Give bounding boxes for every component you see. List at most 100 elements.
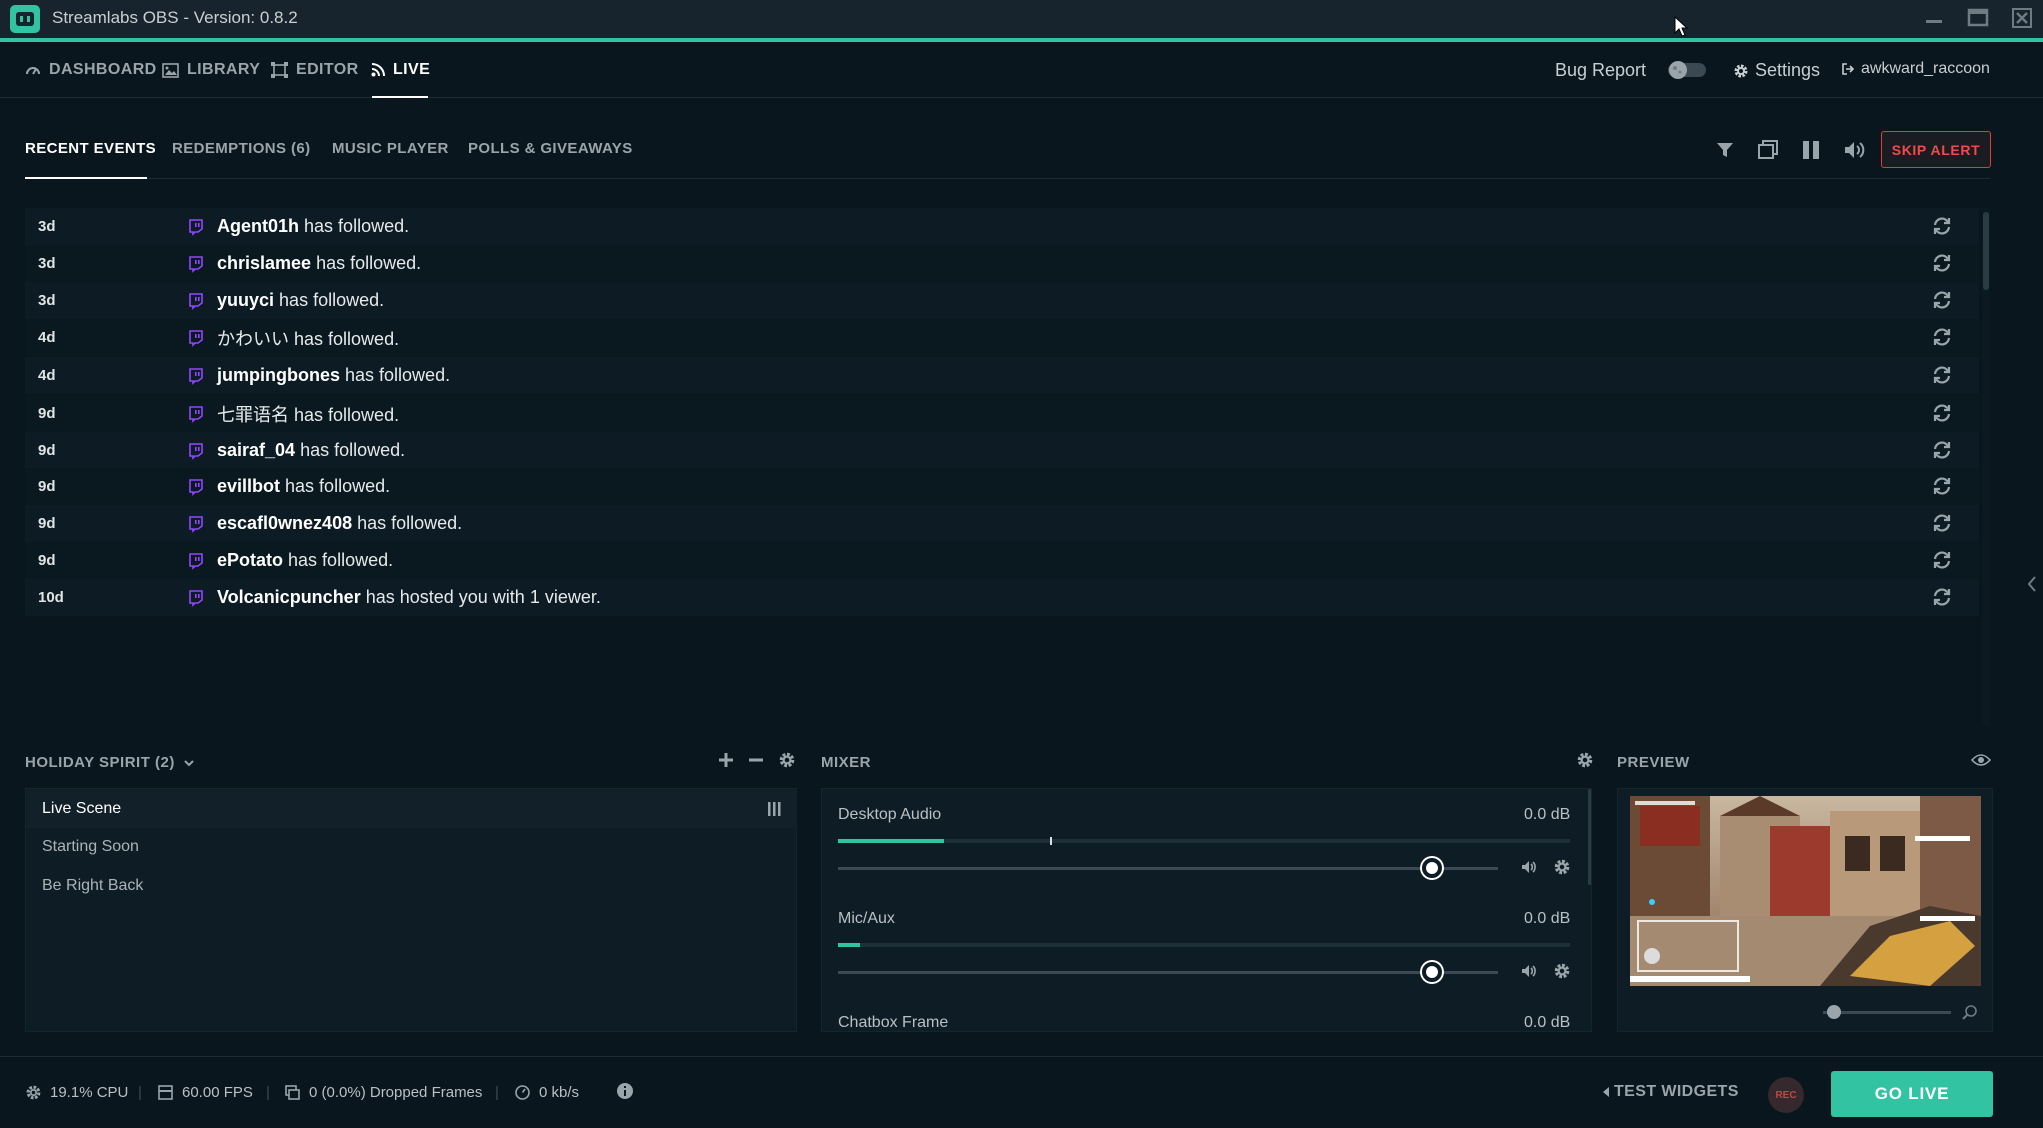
scene-item-be-right-back[interactable]: Be Right Back	[42, 877, 143, 895]
event-action: has followed.	[316, 253, 422, 273]
audio-meter-level	[838, 943, 860, 947]
event-username[interactable]: かわいい	[217, 329, 289, 349]
event-text: chrislamee has followed.	[217, 253, 421, 274]
preview-zoom-knob[interactable]	[1827, 1005, 1841, 1019]
volume-icon[interactable]	[1841, 136, 1869, 164]
nav-editor[interactable]: EDITOR	[271, 60, 359, 80]
event-action: has followed.	[279, 290, 385, 310]
mixer-scrollbar-thumb[interactable]	[1588, 789, 1591, 885]
mixer-settings-gear-icon[interactable]	[1576, 751, 1594, 769]
scene-item-starting-soon[interactable]: Starting Soon	[42, 838, 139, 856]
event-action: has followed.	[300, 440, 406, 460]
repeat-alert-icon[interactable]	[1931, 289, 1953, 311]
mixer-source-name: Chatbox Frame	[838, 1014, 949, 1031]
repeat-alert-icon[interactable]	[1931, 215, 1953, 237]
remove-scene-icon[interactable]	[747, 751, 765, 769]
event-time: 9d	[38, 552, 56, 569]
repeat-alert-icon[interactable]	[1931, 252, 1953, 274]
tab-redemptions[interactable]: REDEMPTIONS (6)	[172, 140, 311, 157]
scene-collection-selector[interactable]: HOLIDAY SPIRIT (2)	[25, 754, 195, 771]
audio-meter	[838, 943, 1570, 947]
volume-slider-knob[interactable]	[1422, 858, 1442, 878]
tab-music-player[interactable]: MUSIC PLAYER	[332, 140, 449, 157]
skip-alert-button[interactable]: SKIP ALERT	[1881, 131, 1991, 168]
event-username[interactable]: yuuyci	[217, 290, 274, 310]
maximize-button[interactable]	[1966, 6, 1990, 30]
nav-library-label: LIBRARY	[187, 61, 261, 78]
minimize-button[interactable]	[1922, 6, 1946, 30]
event-username[interactable]: escafl0wnez408	[217, 513, 352, 533]
mixer-source-db: 0.0 dB	[1524, 806, 1571, 823]
nav-library[interactable]: LIBRARY	[162, 60, 260, 80]
source-gear-icon[interactable]	[1553, 962, 1571, 980]
scene-settings-gear-icon[interactable]	[778, 751, 796, 769]
repeat-alert-icon[interactable]	[1931, 326, 1953, 348]
repeat-alert-icon[interactable]	[1931, 586, 1953, 608]
scene-collection-title: HOLIDAY SPIRIT (2)	[25, 754, 175, 771]
event-text: かわいい has followed.	[217, 325, 399, 351]
event-row: 9d sairaf_04 has followed.	[25, 432, 1979, 469]
event-username[interactable]: 七罪语名	[217, 405, 289, 425]
event-username[interactable]: Volcanicpuncher	[217, 587, 361, 607]
footer-separator: |	[495, 1084, 499, 1101]
window-title: Streamlabs OBS - Version: 0.8.2	[52, 8, 298, 27]
event-username[interactable]: ePotato	[217, 550, 283, 570]
event-username[interactable]: Agent01h	[217, 216, 299, 236]
bug-report-link[interactable]: Bug Report	[1555, 60, 1646, 81]
popout-icon[interactable]	[1754, 136, 1782, 164]
source-gear-icon[interactable]	[1553, 858, 1571, 876]
event-action: has followed.	[304, 216, 410, 236]
event-username[interactable]: evillbot	[217, 476, 280, 496]
nav-dashboard[interactable]: DASHBOARD	[25, 60, 157, 80]
pause-icon[interactable]	[1797, 136, 1825, 164]
event-username[interactable]: sairaf_04	[217, 440, 295, 460]
record-button[interactable]: REC	[1768, 1077, 1804, 1113]
go-live-button[interactable]: GO LIVE	[1831, 1071, 1993, 1117]
speaker-icon[interactable]	[1520, 858, 1538, 876]
nav-live[interactable]: LIVE	[371, 60, 430, 80]
chevron-left-icon[interactable]	[2024, 572, 2040, 596]
event-time: 9d	[38, 405, 56, 422]
streamlabs-logo-icon	[10, 5, 40, 33]
cpu-icon	[25, 1084, 42, 1101]
drag-handle-icon[interactable]	[767, 801, 781, 817]
event-username[interactable]: jumpingbones	[217, 365, 340, 385]
eye-icon[interactable]	[1971, 752, 1991, 768]
event-text: sairaf_04 has followed.	[217, 440, 405, 461]
volume-slider-knob[interactable]	[1422, 962, 1442, 982]
twitch-icon	[187, 367, 205, 385]
editor-icon	[271, 62, 288, 78]
event-text: yuuyci has followed.	[217, 290, 384, 311]
volume-slider[interactable]	[838, 962, 1498, 982]
repeat-alert-icon[interactable]	[1931, 475, 1953, 497]
event-text: Volcanicpuncher has hosted you with 1 vi…	[217, 587, 601, 608]
nav-editor-label: EDITOR	[296, 61, 359, 78]
twitch-icon	[187, 329, 205, 347]
tab-recent-events[interactable]: RECENT EVENTS	[25, 140, 156, 157]
film-icon	[157, 1084, 174, 1101]
repeat-alert-icon[interactable]	[1931, 549, 1953, 571]
night-mode-toggle[interactable]	[1666, 60, 1708, 80]
repeat-alert-icon[interactable]	[1931, 402, 1953, 424]
settings-link[interactable]: Settings	[1733, 60, 1820, 81]
tab-polls-giveaways[interactable]: POLLS & GIVEAWAYS	[468, 140, 633, 157]
zoom-search-icon[interactable]	[1962, 1004, 1978, 1020]
close-button[interactable]	[2010, 6, 2034, 30]
volume-slider[interactable]	[838, 858, 1498, 878]
info-icon[interactable]	[616, 1082, 634, 1100]
speaker-icon[interactable]	[1520, 962, 1538, 980]
add-scene-icon[interactable]	[717, 751, 735, 769]
repeat-alert-icon[interactable]	[1931, 439, 1953, 461]
event-row: 4d jumpingbones has followed.	[25, 357, 1979, 394]
scene-item-live-scene[interactable]: Live Scene	[42, 800, 121, 818]
events-scrollbar-thumb[interactable]	[1983, 212, 1989, 290]
event-action: has followed.	[345, 365, 451, 385]
mixer-source-name: Desktop Audio	[838, 806, 942, 823]
filter-icon[interactable]	[1711, 136, 1739, 164]
test-widgets-button[interactable]: TEST WIDGETS	[1603, 1083, 1739, 1101]
preview-zoom-slider[interactable]	[1823, 1005, 1951, 1019]
repeat-alert-icon[interactable]	[1931, 364, 1953, 386]
event-username[interactable]: chrislamee	[217, 253, 311, 273]
repeat-alert-icon[interactable]	[1931, 512, 1953, 534]
user-account-link[interactable]: awkward_raccoon	[1841, 60, 1990, 78]
